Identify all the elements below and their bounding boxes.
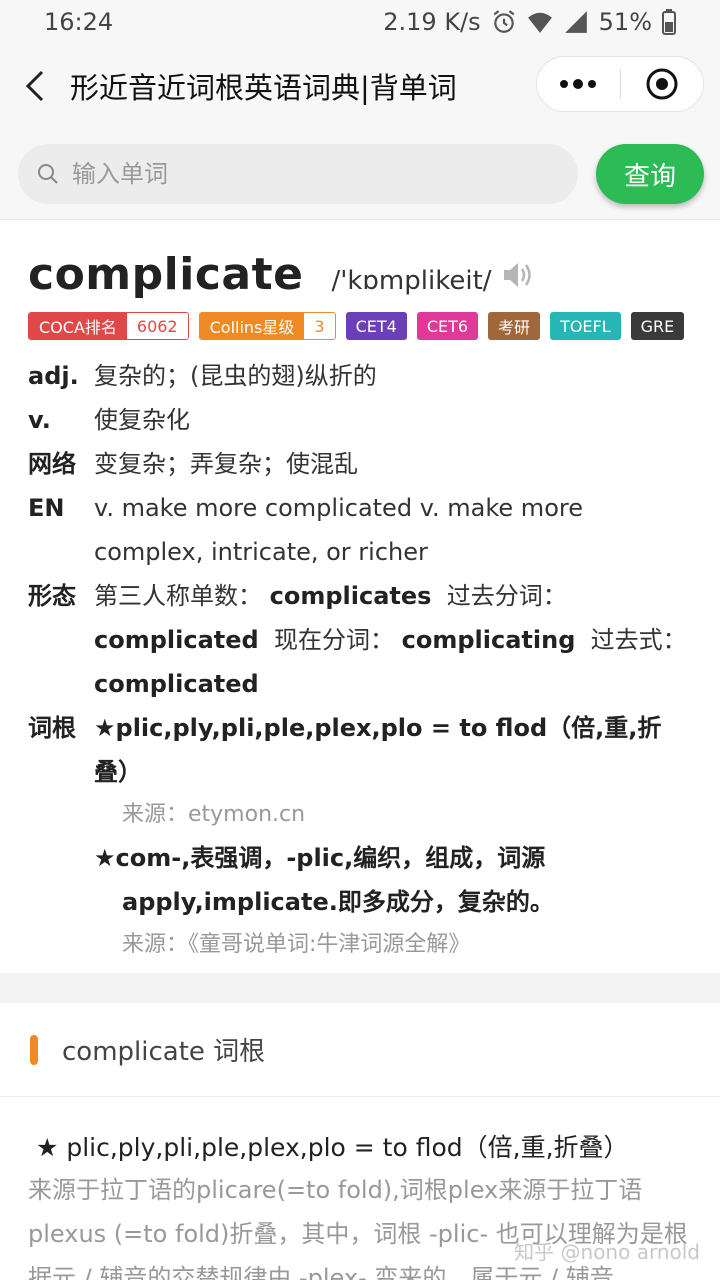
cet4-tag: CET4 (345, 312, 407, 340)
search-icon (38, 164, 58, 184)
def-label: EN (28, 494, 65, 522)
root-entry: ★com-,表强调，-plic,编织，组成，词源apply,implicate.… (94, 844, 554, 916)
more-button[interactable] (537, 57, 620, 111)
search-input[interactable] (72, 160, 532, 188)
def-text: v. make more complicated v. make more co… (94, 494, 583, 566)
coca-value: 6062 (126, 313, 188, 339)
root-entry: ★plic,ply,pli,ple,plex,plo = to flod（倍,重… (94, 714, 662, 786)
form-value[interactable]: complicated (94, 626, 259, 654)
more-dots-icon (560, 79, 597, 89)
target-icon (646, 68, 678, 100)
section-root-entry: ★ plic,ply,pli,ple,plex,plo = to flod（倍,… (36, 1133, 629, 1162)
section-title: complicate 词根 (62, 1037, 266, 1067)
watermark: 知乎 @nono arnold (514, 1240, 700, 1264)
search-area: 查询 (0, 128, 720, 220)
form-label: 现在分词： (273, 626, 394, 654)
network-speed: 2.19 K/s (383, 8, 481, 36)
def-network: 网络 变复杂；弄复杂；使混乱 (28, 442, 692, 486)
wifi-icon (527, 12, 552, 33)
cet6-tag: CET6 (416, 312, 479, 340)
def-label: 形态 (28, 582, 76, 610)
section-accent-bar (30, 1034, 38, 1065)
signal-icon (564, 11, 587, 33)
def-roots: 词根 ★plic,ply,pli,ple,plex,plo = to flod（… (28, 706, 692, 966)
collins-tag: Collins星级 3 (198, 312, 336, 340)
def-forms: 形态 第三人称单数： complicates 过去分词： complicated… (28, 574, 692, 706)
back-button[interactable] (0, 44, 70, 128)
status-time: 16:24 (44, 8, 114, 36)
chevron-left-icon (25, 70, 44, 102)
speaker-icon[interactable] (502, 261, 534, 289)
status-right: 2.19 K/s 51% (383, 8, 676, 36)
battery-percent: 51% (598, 8, 652, 36)
def-text: 使复杂化 (94, 406, 190, 434)
def-label: adj. (28, 362, 79, 390)
query-button[interactable]: 查询 (596, 144, 704, 204)
kaoyan-tag: 考研 (488, 312, 541, 340)
def-adj: adj. 复杂的；(昆虫的翅)纵折的 (28, 354, 692, 398)
root-source: 来源：etymon.cn (122, 802, 306, 827)
status-bar: 16:24 2.19 K/s 51% (0, 0, 720, 44)
def-label: 网络 (28, 450, 76, 478)
collins-value: 3 (304, 313, 335, 339)
def-label: v. (28, 406, 51, 434)
form-label: 过去式： (590, 626, 687, 654)
coca-tag: COCA排名 6062 (28, 312, 189, 340)
battery-icon (662, 9, 676, 35)
toefl-tag: TOEFL (550, 312, 621, 340)
mini-program-capsule (536, 56, 704, 112)
tag-list: COCA排名 6062 Collins星级 3 CET4 CET6 考研 TOE… (28, 312, 688, 340)
phonetic: /'kɒmplikeit/ (331, 266, 492, 296)
close-mini-program-button[interactable] (621, 57, 704, 111)
def-verb: v. 使复杂化 (28, 398, 692, 442)
nav-bar: 形近音近词根英语词典|背单词 (0, 44, 720, 128)
coca-label: COCA排名 (29, 313, 127, 339)
search-box (18, 144, 578, 204)
section-gap (0, 973, 720, 1003)
form-value[interactable]: complicates (270, 582, 432, 610)
form-label: 过去分词： (446, 582, 567, 610)
collins-label: Collins星级 (199, 313, 305, 339)
root-section-header: complicate 词根 (0, 1003, 720, 1097)
forms-text: 第三人称单数： complicates 过去分词： complicated 现在… (94, 574, 692, 706)
roots-body: ★plic,ply,pli,ple,plex,plo = to flod（倍,重… (94, 706, 692, 966)
def-label: 词根 (28, 714, 76, 742)
form-value[interactable]: complicating (402, 626, 576, 654)
form-label: 第三人称单数： (94, 582, 262, 610)
def-text: 复杂的；(昆虫的翅)纵折的 (94, 362, 377, 390)
definitions: adj. 复杂的；(昆虫的翅)纵折的 v. 使复杂化 网络 变复杂；弄复杂；使混… (28, 354, 692, 966)
gre-tag: GRE (630, 312, 685, 340)
def-text: 变复杂；弄复杂；使混乱 (94, 450, 358, 478)
headword: complicate (28, 249, 304, 300)
form-value[interactable]: complicated (94, 670, 259, 698)
headword-row: complicate /'kɒmplikeit/ (28, 249, 692, 300)
word-card: complicate /'kɒmplikeit/ COCA排名 6062 Col… (0, 221, 720, 973)
alarm-icon (493, 10, 515, 33)
root-source: 来源：《童哥说单词:牛津词源全解》 (122, 932, 471, 957)
def-english: EN v. make more complicated v. make more… (28, 486, 692, 574)
